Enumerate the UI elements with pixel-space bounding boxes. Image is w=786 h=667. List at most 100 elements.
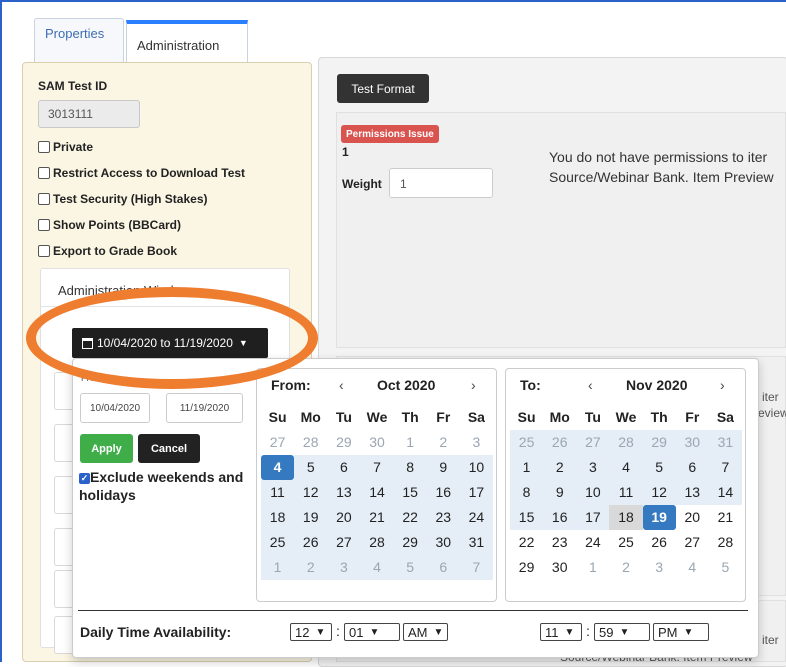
calendar-day[interactable]: 3 xyxy=(327,555,361,580)
test-format-button[interactable]: Test Format xyxy=(337,74,429,103)
calendar-day[interactable]: 19 xyxy=(642,505,676,530)
calendar-day[interactable]: 11 xyxy=(609,480,643,505)
test-security-checkbox-row[interactable]: Test Security (High Stakes) xyxy=(38,192,208,206)
calendar-day[interactable]: 29 xyxy=(327,430,360,455)
calendar-day[interactable]: 23 xyxy=(543,530,576,555)
calendar-day[interactable]: 30 xyxy=(543,555,576,580)
calendar-day[interactable]: 9 xyxy=(543,480,577,505)
calendar-day[interactable]: 11 xyxy=(261,480,295,505)
calendar-day[interactable]: 12 xyxy=(294,480,328,505)
private-checkbox[interactable] xyxy=(38,141,50,153)
apply-button[interactable]: Apply xyxy=(80,434,133,463)
calendar-day[interactable]: 10 xyxy=(576,480,610,505)
calendar-day[interactable]: 30 xyxy=(426,530,460,555)
calendar-day[interactable]: 1 xyxy=(510,455,544,480)
calendar-day[interactable]: 25 xyxy=(510,430,544,455)
restrict-download-checkbox[interactable] xyxy=(38,167,50,179)
calendar-day[interactable]: 23 xyxy=(426,505,460,530)
calendar-day[interactable]: 16 xyxy=(543,505,577,530)
calendar-day[interactable]: 28 xyxy=(360,530,394,555)
prev-month-button[interactable]: ‹ xyxy=(588,377,593,393)
end-ampm-select[interactable]: PM ▼ xyxy=(653,623,709,641)
show-points-checkbox[interactable] xyxy=(38,219,50,231)
calendar-day[interactable]: 29 xyxy=(510,555,543,580)
calendar-day[interactable]: 26 xyxy=(294,530,328,555)
calendar-day[interactable]: 21 xyxy=(360,505,394,530)
calendar-day[interactable]: 2 xyxy=(427,430,460,455)
calendar-day[interactable]: 21 xyxy=(709,505,742,530)
start-hour-select[interactable]: 12 ▼ xyxy=(290,623,332,641)
calendar-day[interactable]: 31 xyxy=(708,430,742,455)
calendar-day[interactable]: 13 xyxy=(675,480,709,505)
tab-properties[interactable]: Properties xyxy=(34,18,124,62)
calendar-day[interactable]: 20 xyxy=(327,505,361,530)
calendar-day[interactable]: 25 xyxy=(609,530,642,555)
next-month-button[interactable]: › xyxy=(720,377,725,393)
calendar-day[interactable]: 17 xyxy=(459,480,493,505)
calendar-day[interactable]: 7 xyxy=(459,555,493,580)
export-gradebook-checkbox[interactable] xyxy=(38,245,50,257)
calendar-day[interactable]: 29 xyxy=(642,430,676,455)
calendar-day[interactable]: 3 xyxy=(643,555,676,580)
calendar-day[interactable]: 15 xyxy=(510,505,544,530)
calendar-day[interactable]: 28 xyxy=(294,430,327,455)
calendar-day[interactable]: 27 xyxy=(261,430,294,455)
calendar-day[interactable]: 18 xyxy=(609,505,643,530)
calendar-day[interactable]: 1 xyxy=(394,430,427,455)
calendar-day[interactable]: 5 xyxy=(393,555,427,580)
calendar-day[interactable]: 14 xyxy=(708,480,742,505)
calendar-day[interactable]: 7 xyxy=(708,455,742,480)
calendar-day[interactable]: 7 xyxy=(360,455,394,480)
calendar-day[interactable]: 24 xyxy=(576,530,609,555)
export-gradebook-checkbox-row[interactable]: Export to Grade Book xyxy=(38,244,177,258)
calendar-day[interactable]: 2 xyxy=(294,555,328,580)
calendar-day[interactable]: 4 xyxy=(676,555,709,580)
start-ampm-select[interactable]: AM ▼ xyxy=(403,623,448,641)
calendar-day[interactable]: 5 xyxy=(294,455,328,480)
calendar-day[interactable]: 1 xyxy=(576,555,609,580)
test-security-checkbox[interactable] xyxy=(38,193,50,205)
calendar-day[interactable]: 12 xyxy=(642,480,676,505)
calendar-day[interactable]: 19 xyxy=(294,505,328,530)
calendar-day[interactable]: 5 xyxy=(642,455,676,480)
exclude-weekends-row[interactable]: ✓ Exclude weekends and holidays xyxy=(79,468,249,504)
calendar-day[interactable]: 1 xyxy=(261,555,295,580)
sam-test-id-field[interactable]: 3013111 xyxy=(38,100,140,128)
calendar-day[interactable]: 28 xyxy=(609,430,643,455)
calendar-day[interactable]: 4 xyxy=(360,555,394,580)
start-date-input[interactable]: 10/04/2020 xyxy=(80,393,150,423)
end-date-input[interactable]: 11/19/2020 xyxy=(166,393,243,423)
calendar-day[interactable]: 18 xyxy=(261,505,295,530)
calendar-day[interactable]: 4 xyxy=(609,455,643,480)
calendar-day[interactable]: 6 xyxy=(327,455,361,480)
restrict-download-checkbox-row[interactable]: Restrict Access to Download Test xyxy=(38,166,245,180)
calendar-day[interactable]: 27 xyxy=(327,530,361,555)
cancel-button[interactable]: Cancel xyxy=(138,434,200,463)
calendar-day[interactable]: 28 xyxy=(709,530,742,555)
start-minute-select[interactable]: 01 ▼ xyxy=(344,623,400,641)
calendar-day[interactable]: 26 xyxy=(543,430,577,455)
calendar-day[interactable]: 8 xyxy=(393,455,427,480)
calendar-day[interactable]: 5 xyxy=(709,555,742,580)
end-hour-select[interactable]: 11 ▼ xyxy=(540,623,582,641)
calendar-day[interactable]: 15 xyxy=(393,480,427,505)
calendar-day[interactable]: 26 xyxy=(643,530,676,555)
calendar-day[interactable]: 22 xyxy=(393,505,427,530)
calendar-day[interactable]: 6 xyxy=(426,555,460,580)
calendar-day[interactable]: 8 xyxy=(510,480,544,505)
calendar-day[interactable]: 30 xyxy=(360,430,393,455)
calendar-day[interactable]: 17 xyxy=(576,505,610,530)
calendar-day[interactable]: 20 xyxy=(676,505,709,530)
calendar-day[interactable]: 31 xyxy=(459,530,493,555)
calendar-day[interactable]: 13 xyxy=(327,480,361,505)
calendar-day[interactable]: 4 xyxy=(261,455,295,480)
calendar-day[interactable]: 2 xyxy=(543,455,577,480)
end-minute-select[interactable]: 59 ▼ xyxy=(594,623,650,641)
calendar-day[interactable]: 22 xyxy=(510,530,543,555)
exclude-weekends-checkbox[interactable]: ✓ xyxy=(79,473,90,484)
next-month-button[interactable]: › xyxy=(471,377,476,393)
calendar-day[interactable]: 3 xyxy=(576,455,610,480)
calendar-day[interactable]: 10 xyxy=(459,455,493,480)
calendar-day[interactable]: 9 xyxy=(426,455,460,480)
calendar-day[interactable]: 27 xyxy=(576,430,610,455)
